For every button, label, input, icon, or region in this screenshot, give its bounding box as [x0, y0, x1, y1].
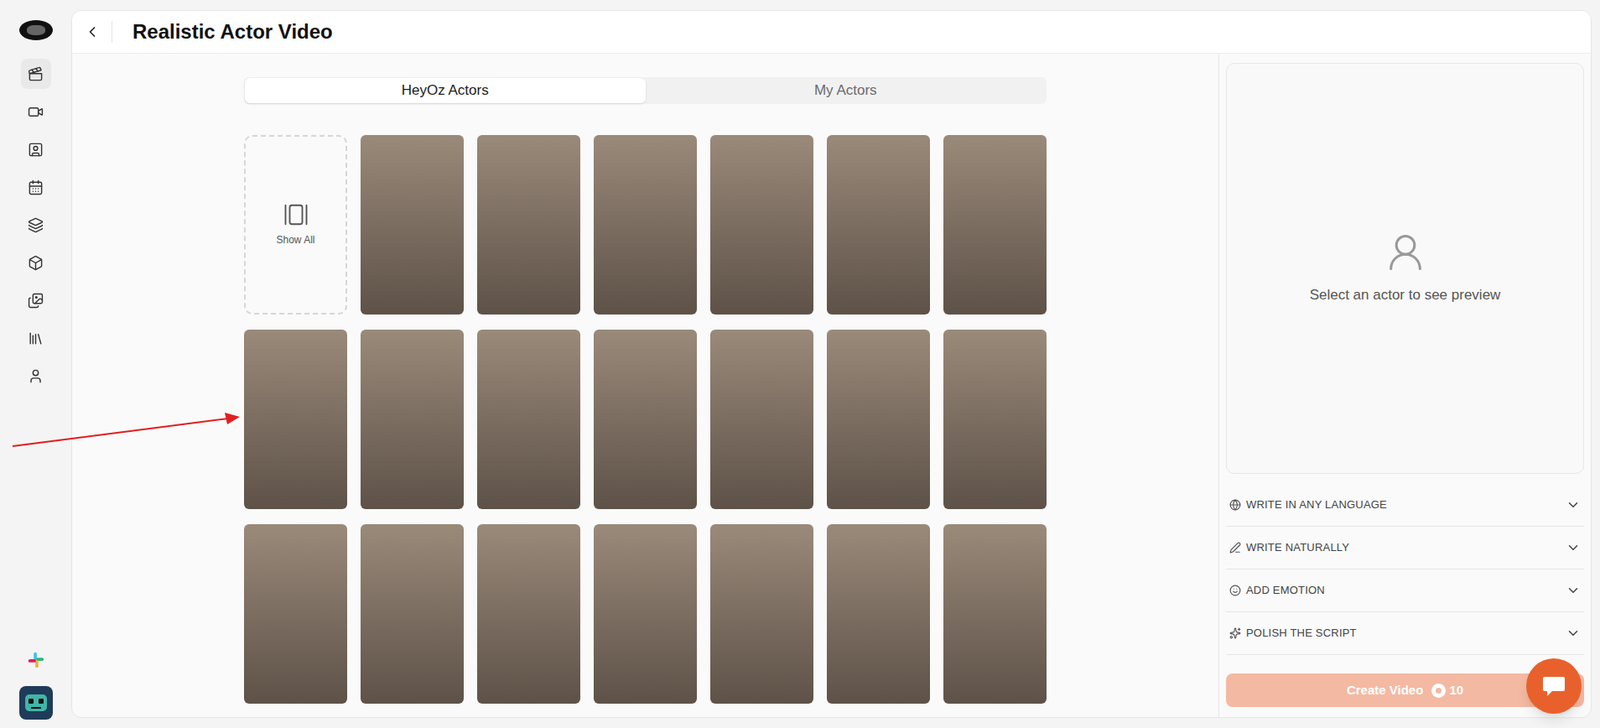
actor-grid: Show All	[244, 135, 1047, 704]
images-icon	[27, 292, 44, 309]
user-placeholder-icon	[1383, 230, 1428, 275]
actor-tile[interactable]	[710, 329, 814, 510]
sidebar-item[interactable]	[20, 96, 52, 127]
accordion-item[interactable]: ADD EMOTION	[1225, 569, 1585, 613]
actor-tile[interactable]	[477, 135, 581, 315]
sidebar-item[interactable]	[20, 322, 52, 354]
user-card-icon	[27, 141, 44, 158]
back-button[interactable]	[72, 20, 113, 43]
main-panel: Realistic Actor Video HeyOz ActorsMy Acto…	[71, 10, 1592, 718]
actor-tile[interactable]	[360, 135, 464, 315]
chevron-down-icon	[1565, 497, 1581, 513]
sidebar-item[interactable]	[20, 360, 52, 391]
chevron-left-icon	[83, 23, 101, 41]
actor-tile[interactable]	[360, 524, 464, 704]
actor-tile[interactable]	[244, 524, 348, 704]
sidebar-item[interactable]	[20, 171, 52, 203]
sidebar-item[interactable]	[20, 58, 52, 89]
actor-area: HeyOz ActorsMy Actors Show All	[72, 53, 1219, 717]
right-panel: Select an actor to see preview WRITE IN A…	[1218, 53, 1591, 717]
accordion-item[interactable]: WRITE IN ANY LANGUAGE	[1225, 483, 1585, 527]
logo-icon[interactable]	[19, 20, 53, 41]
clapperboard-icon	[27, 66, 44, 83]
chevron-down-icon	[1565, 540, 1581, 556]
slack-icon[interactable]	[26, 650, 46, 670]
actor-tile[interactable]	[477, 329, 581, 510]
sidebar-item[interactable]	[20, 247, 52, 278]
actor-tile[interactable]	[710, 524, 814, 704]
chat-icon	[1541, 674, 1567, 698]
library-icon	[27, 330, 44, 347]
avatar-icon[interactable]	[19, 685, 53, 720]
annotation-arrow-icon	[0, 0, 252, 470]
actor-tile[interactable]	[943, 329, 1047, 510]
accordion-item[interactable]: POLISH THE SCRIPT	[1225, 612, 1585, 655]
sidebar-item[interactable]	[20, 209, 52, 240]
box-icon	[27, 254, 44, 271]
chat-button[interactable]	[1526, 658, 1582, 714]
actor-tile[interactable]	[826, 524, 930, 704]
preview-box: Select an actor to see preview	[1225, 62, 1585, 474]
actor-tile[interactable]	[593, 135, 697, 315]
tab[interactable]: HeyOz Actors	[244, 77, 646, 104]
actor-tile[interactable]	[477, 524, 581, 704]
layers-icon	[27, 217, 44, 234]
accordion-item[interactable]: WRITE NATURALLY	[1225, 526, 1585, 570]
chevron-down-icon	[1565, 625, 1581, 641]
actor-tile[interactable]	[826, 135, 930, 315]
tab-bar: HeyOz ActorsMy Actors	[244, 77, 1047, 104]
page-title: Realistic Actor Video	[132, 16, 333, 47]
actor-tile[interactable]	[943, 524, 1047, 704]
app: Realistic Actor Video HeyOz ActorsMy Acto…	[0, 0, 1600, 728]
sparkles-icon	[1229, 627, 1242, 639]
actor-tile[interactable]	[593, 329, 697, 510]
calendar-icon	[27, 179, 44, 196]
coin-icon	[1431, 683, 1446, 698]
sidebar-item[interactable]	[20, 134, 52, 165]
video-icon	[27, 103, 44, 120]
smile-icon	[1229, 584, 1242, 597]
sidebar	[0, 0, 72, 728]
actor-tile[interactable]	[943, 135, 1047, 315]
sidebar-item[interactable]	[20, 285, 52, 316]
actor-tile[interactable]	[244, 329, 348, 510]
user-icon	[27, 368, 44, 385]
pen-icon	[1229, 541, 1242, 554]
globe-icon	[1229, 498, 1242, 511]
actor-tile[interactable]	[710, 135, 814, 315]
header: Realistic Actor Video	[72, 10, 1591, 54]
actor-tile[interactable]	[360, 329, 464, 510]
actor-tile[interactable]	[593, 524, 697, 704]
show-all-tile[interactable]: Show All	[244, 135, 348, 315]
tab[interactable]: My Actors	[645, 77, 1047, 104]
gallery-icon	[283, 202, 309, 228]
chevron-down-icon	[1565, 582, 1581, 598]
actor-tile[interactable]	[826, 329, 930, 510]
